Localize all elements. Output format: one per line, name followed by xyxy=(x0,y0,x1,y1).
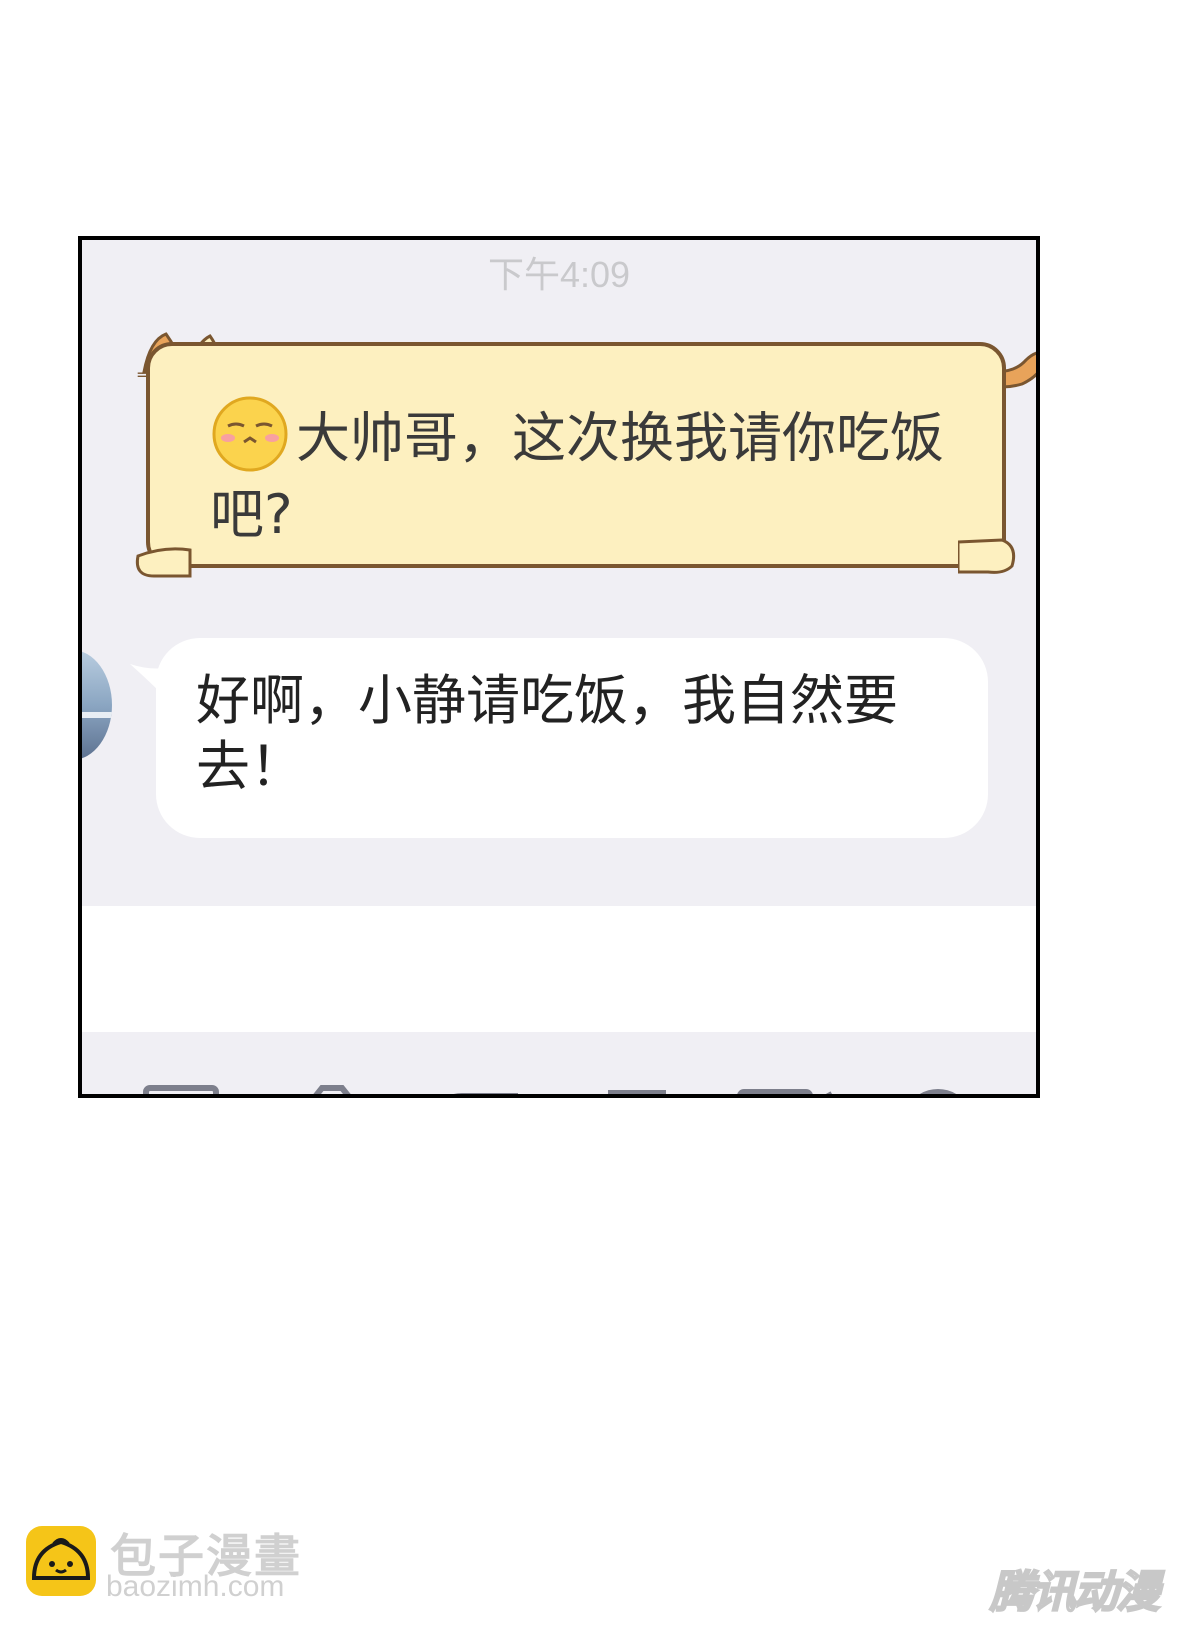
camera-icon[interactable] xyxy=(292,1084,372,1098)
bun-logo-icon xyxy=(26,1526,96,1596)
chat-window: 下午4:09 =·ᴗ·= 大帅哥，这次换我请你吃饭吧? xyxy=(78,236,1040,1098)
incoming-message-bubble[interactable]: 好啊，小静请吃饭，我自然要去！ xyxy=(156,638,988,838)
message-text-me-content: 大帅哥，这次换我请你吃饭吧? xyxy=(210,406,944,546)
sticker-icon[interactable] xyxy=(602,1084,672,1098)
tencent-comic-watermark: 腾讯动漫 xyxy=(989,1566,1161,1619)
cat-paw-left-decoration xyxy=(135,547,192,578)
cat-paw-right-decoration xyxy=(958,538,1016,574)
watermark-url: baozimh.com xyxy=(106,1570,285,1603)
video-icon[interactable] xyxy=(736,1084,836,1098)
message-text-other: 好啊，小静请吃饭，我自然要去！ xyxy=(196,669,898,798)
cat-sticker-bubble[interactable]: 大帅哥，这次换我请你吃饭吧? xyxy=(146,342,1006,568)
chat-toolbar xyxy=(82,1032,1036,1098)
message-text-me: 大帅哥，这次换我请你吃饭吧? xyxy=(210,396,970,548)
baozimh-watermark: 包子漫畫 baozimh.com xyxy=(24,1524,344,1604)
more-icon[interactable] xyxy=(898,1084,978,1098)
image-icon[interactable] xyxy=(142,1084,222,1098)
contact-avatar[interactable] xyxy=(78,650,112,760)
message-timestamp: 下午4:09 xyxy=(487,254,631,295)
red-packet-icon[interactable] xyxy=(434,1084,524,1098)
message-input-area[interactable] xyxy=(82,906,1036,1032)
blushing-face-icon xyxy=(212,396,288,472)
